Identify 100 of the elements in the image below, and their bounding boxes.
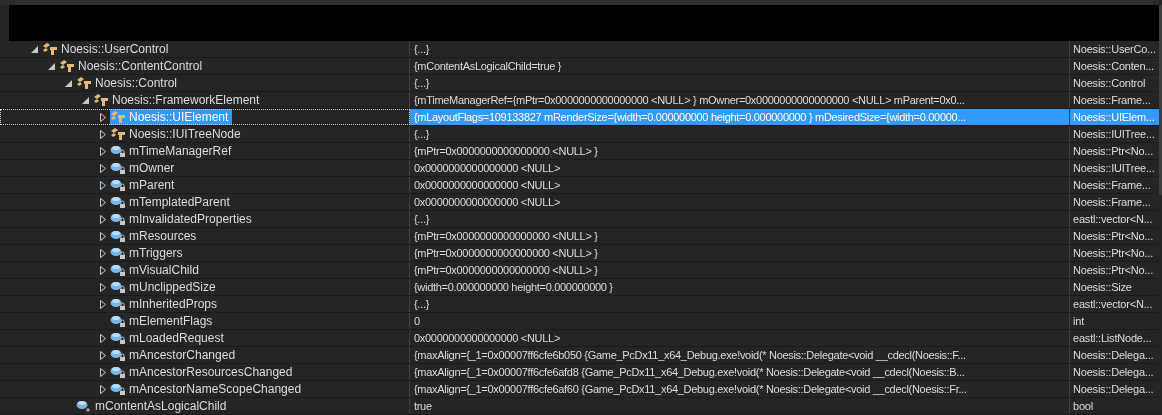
type-cell-text: Noesis::Frame...: [1072, 92, 1152, 108]
type-cell-text: Noesis::IUITree...: [1072, 126, 1156, 142]
value-cell: {width=0.000000000 height=0.000000000 }: [410, 279, 1070, 295]
variable-name: mOwner: [129, 160, 175, 177]
field-lock-icon: [110, 229, 126, 243]
watch-name-cell[interactable]: Noesis::Control: [76, 75, 182, 91]
scrollbar[interactable]: [1158, 5, 1162, 195]
watch-name-cell[interactable]: mTimeManagerRef: [110, 143, 236, 159]
collapsed-triangle-icon[interactable]: [100, 163, 106, 173]
class-icon: [76, 76, 92, 90]
variable-name: mAncestorChanged: [129, 347, 236, 364]
value-cell: 0: [410, 313, 1070, 329]
class-icon: [42, 42, 58, 56]
type-cell-text: Noesis::Delega...: [1072, 347, 1155, 363]
expanded-triangle-icon[interactable]: [31, 45, 38, 53]
value-cell: {...}: [410, 211, 1070, 227]
collapsed-triangle-icon[interactable]: [100, 214, 106, 224]
variable-name: Noesis::FrameworkElement: [112, 92, 260, 109]
collapsed-triangle-icon[interactable]: [100, 248, 106, 258]
class-icon: [110, 110, 126, 124]
variable-name: mTriggers: [129, 245, 183, 262]
collapsed-triangle-icon[interactable]: [100, 265, 106, 275]
class-icon: [93, 93, 109, 107]
collapsed-triangle-icon[interactable]: [100, 367, 106, 377]
watch-name-cell[interactable]: mTriggers: [110, 245, 187, 261]
watch-name-cell[interactable]: mAncestorNameScopeChanged: [110, 381, 306, 397]
watch-name-cell[interactable]: mParent: [110, 177, 179, 193]
variable-name: mResources: [129, 228, 197, 245]
watch-name-cell[interactable]: mAncestorResourcesChanged: [110, 364, 297, 380]
collapsed-triangle-icon[interactable]: [100, 333, 106, 343]
value-cell: {...}: [410, 75, 1070, 91]
expanded-triangle-icon[interactable]: [48, 62, 55, 70]
collapsed-triangle-icon[interactable]: [100, 180, 106, 190]
collapsed-triangle-icon[interactable]: [100, 384, 106, 394]
value-cell: {...}: [410, 296, 1070, 312]
variable-name: mInvalidatedProperties: [129, 211, 252, 228]
type-cell-text: Noesis::Conten...: [1072, 58, 1155, 74]
variable-name: mContentAsLogicalChild: [95, 398, 227, 415]
value-cell: {mTimeManagerRef={mPtr=0x0000000000000000 <NULL> } mOwner=0x0000000000000000 <NULL> mParent=0x0...: [410, 92, 1070, 108]
expanded-triangle-icon[interactable]: [65, 79, 72, 87]
watch-name-cell[interactable]: Noesis::FrameworkElement: [93, 92, 264, 108]
type-cell-text: Noesis::Delega...: [1072, 381, 1155, 397]
expanded-triangle-icon[interactable]: [82, 96, 89, 104]
field-lock-icon: [110, 348, 126, 362]
type-cell-text: Noesis::Ptr<No...: [1072, 262, 1155, 278]
watch-name-cell[interactable]: mResources: [110, 228, 201, 244]
field-lock-icon: [110, 280, 126, 294]
variable-name: mParent: [129, 177, 175, 194]
watch-name-cell[interactable]: mOwner: [110, 160, 179, 176]
variable-name: mVisualChild: [129, 262, 199, 279]
value-cell: {mPtr=0x0000000000000000 <NULL> }: [410, 228, 1070, 244]
watch-name-cell[interactable]: Noesis::IUITreeNode: [110, 126, 245, 142]
variable-name: mAncestorNameScopeChanged: [129, 381, 302, 398]
field-lock-icon: [110, 178, 126, 192]
collapsed-triangle-icon[interactable]: [100, 282, 106, 292]
type-cell-text: eastl::vector<N...: [1072, 296, 1154, 312]
value-cell: 0x0000000000000000 <NULL>: [410, 160, 1070, 176]
type-cell-text: Noesis::Ptr<No...: [1072, 143, 1155, 159]
variable-name: Noesis::UIElement: [129, 109, 229, 126]
value-cell: {maxAlign={_1=0x00007ff6cfe6af60 {Game_PcDx11_x64_Debug.exe!void(* Noesis::Delegate<void __cdecl(Noesis::Fr...: [410, 381, 1070, 397]
variable-name: Noesis::Control: [95, 75, 178, 92]
collapsed-triangle-icon[interactable]: [100, 112, 106, 122]
field-lock-icon: [110, 331, 126, 345]
value-cell: {maxAlign={_1=0x00007ff6cfe6afd8 {Game_PcDx11_x64_Debug.exe!void(* Noesis::Delegate<void __cdecl(Noesis::B...: [410, 364, 1070, 380]
field-lock-icon: [110, 263, 126, 277]
value-cell: true: [410, 398, 1070, 414]
value-cell: 0x0000000000000000 <NULL>: [410, 330, 1070, 346]
watch-name-cell[interactable]: mVisualChild: [110, 262, 203, 278]
watch-name-cell[interactable]: mUnclippedSize: [110, 279, 220, 295]
variable-name: mLoadedRequest: [129, 330, 224, 347]
value-cell: 0x0000000000000000 <NULL>: [410, 194, 1070, 210]
watch-name-cell[interactable]: mAncestorChanged: [110, 347, 240, 363]
collapsed-triangle-icon[interactable]: [100, 231, 106, 241]
watch-name-cell[interactable]: mInvalidatedProperties: [110, 211, 256, 227]
field-lock-icon: [110, 161, 126, 175]
collapsed-triangle-icon[interactable]: [100, 350, 106, 360]
collapsed-triangle-icon[interactable]: [100, 129, 106, 139]
variable-name: mUnclippedSize: [129, 279, 216, 296]
watch-name-cell[interactable]: mTemplatedParent: [110, 194, 234, 210]
field-icon: [76, 399, 92, 413]
variable-name: mInheritedProps: [129, 296, 218, 313]
type-cell-text: eastl::ListNode...: [1072, 330, 1153, 346]
collapsed-triangle-icon[interactable]: [100, 146, 106, 156]
watch-name-cell[interactable]: mElementFlags: [110, 313, 217, 329]
class-icon: [110, 127, 126, 141]
watch-name-cell[interactable]: mInheritedProps: [110, 296, 222, 312]
collapsed-triangle-icon[interactable]: [100, 299, 106, 309]
watch-name-cell[interactable]: Noesis::ContentControl: [59, 58, 207, 74]
type-cell-text: Noesis::Ptr<No...: [1072, 228, 1155, 244]
value-cell: {maxAlign={_1=0x00007ff6cfe6b050 {Game_PcDx11_x64_Debug.exe!void(* Noesis::Delegate<void __cdecl(Noesis::F...: [410, 347, 1070, 363]
value-cell: 0x0000000000000000 <NULL>: [410, 177, 1070, 193]
value-cell: {mPtr=0x0000000000000000 <NULL> }: [410, 262, 1070, 278]
watch-name-cell[interactable]: mContentAsLogicalChild: [76, 398, 231, 414]
value-cell: {mPtr=0x0000000000000000 <NULL> }: [410, 245, 1070, 261]
collapsed-triangle-icon[interactable]: [100, 197, 106, 207]
field-lock-icon: [110, 212, 126, 226]
watch-name-cell[interactable]: Noesis::UserControl: [42, 41, 173, 57]
watch-name-cell[interactable]: mLoadedRequest: [110, 330, 228, 346]
field-lock-icon: [110, 195, 126, 209]
type-cell-text: Noesis::Control: [1072, 75, 1147, 91]
